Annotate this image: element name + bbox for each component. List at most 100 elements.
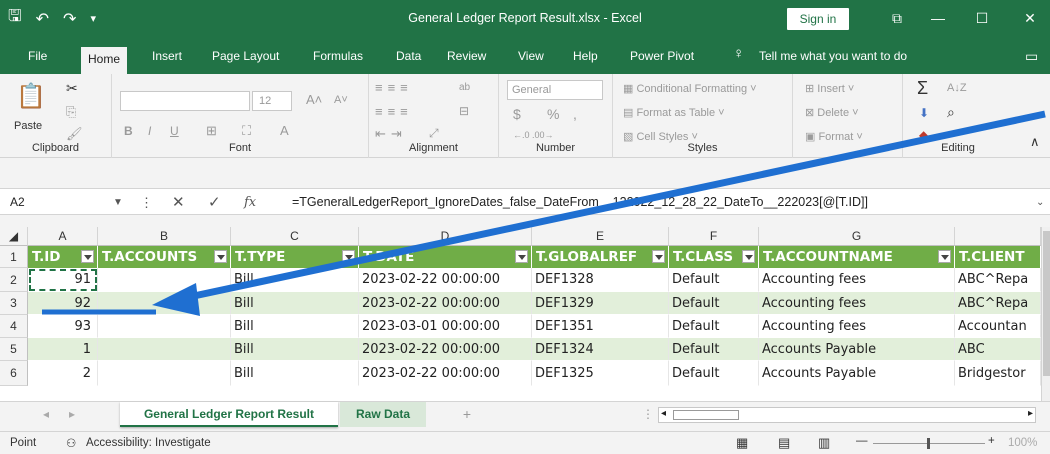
column-header-h[interactable]	[955, 227, 1041, 246]
align-left-icons[interactable]: ≡≡≡	[375, 104, 413, 119]
tab-insert[interactable]: Insert	[152, 45, 182, 67]
select-all-corner[interactable]: ◢	[0, 227, 28, 246]
tell-me-search[interactable]: Tell me what you want to do	[759, 45, 907, 67]
add-sheet-button[interactable]: +	[456, 402, 478, 427]
paste-button[interactable]: Paste	[14, 120, 42, 132]
cut-icon[interactable]: ✂	[66, 80, 78, 97]
horizontal-scroll-thumb[interactable]	[673, 410, 739, 420]
cancel-icon[interactable]: ✕	[172, 189, 185, 216]
page-break-view-icon[interactable]: ▥	[818, 435, 830, 451]
filter-dropdown-icon[interactable]	[938, 250, 951, 263]
table-cell[interactable]: Accountan	[955, 315, 1041, 338]
sheet-tab-raw-data[interactable]: Raw Data	[340, 402, 426, 427]
table-cell[interactable]: 2	[28, 361, 98, 386]
expand-formula-icon[interactable]: ⌄	[1036, 189, 1044, 216]
table-header-cell[interactable]: T.GLOBALREF	[532, 246, 669, 268]
customize-qat-icon[interactable]: ▾	[90, 12, 96, 25]
fill-icon[interactable]: ⬇	[919, 106, 929, 120]
table-cell[interactable]: Accounts Payable	[759, 338, 955, 361]
table-cell[interactable]: Bill	[231, 338, 359, 361]
currency-button[interactable]: $	[513, 106, 521, 122]
table-cell[interactable]: Accounts Payable	[759, 361, 955, 386]
font-name-select[interactable]	[120, 91, 250, 111]
table-cell[interactable]: DEF1328	[532, 268, 669, 292]
bold-button[interactable]: B	[124, 124, 133, 138]
tab-split-handle[interactable]: ⋮	[642, 402, 654, 427]
conditional-formatting-button[interactable]: ▦ Conditional Formatting ˅	[623, 82, 757, 95]
row-header-5[interactable]: 5	[0, 338, 28, 361]
table-cell[interactable]: Default	[669, 338, 759, 361]
table-cell[interactable]: DEF1329	[532, 292, 669, 315]
minimize-button[interactable]: —	[918, 0, 958, 37]
zoom-out-icon[interactable]: —	[856, 435, 868, 447]
tab-formulas[interactable]: Formulas	[313, 45, 363, 67]
table-cell[interactable]: Bridgestor	[955, 361, 1041, 386]
formula-input[interactable]: =TGeneralLedgerReport_IgnoreDates_false_…	[292, 189, 868, 216]
table-cell[interactable]: Default	[669, 292, 759, 315]
table-header-cell[interactable]: T.ACCOUNTS	[98, 246, 231, 268]
table-header-cell[interactable]: T.CLASS	[669, 246, 759, 268]
maximize-button[interactable]: ☐	[962, 0, 1002, 37]
table-cell[interactable]: 2023-02-22 00:00:00	[359, 292, 532, 315]
wrap-text-icon[interactable]: ab	[459, 82, 470, 93]
format-cells-button[interactable]: ▣ Format ˅	[805, 130, 863, 143]
accessibility-icon[interactable]: ⚇	[66, 436, 76, 450]
table-cell[interactable]: 2023-02-22 00:00:00	[359, 338, 532, 361]
table-cell[interactable]: Default	[669, 361, 759, 386]
sheet-tab-general-ledger[interactable]: General Ledger Report Result	[120, 402, 338, 427]
row-header-4[interactable]: 4	[0, 315, 28, 338]
comments-icon[interactable]: ▭	[1025, 45, 1038, 67]
fill-color-icon[interactable]: ⛶	[242, 123, 251, 139]
table-cell[interactable]	[98, 338, 231, 361]
tab-power-pivot[interactable]: Power Pivot	[630, 45, 694, 67]
clear-icon[interactable]: ◆	[919, 128, 928, 142]
row-header-3[interactable]: 3	[0, 292, 28, 315]
format-as-table-button[interactable]: ▤ Format as Table ˅	[623, 106, 725, 119]
filter-dropdown-icon[interactable]	[81, 250, 94, 263]
filter-dropdown-icon[interactable]	[214, 250, 227, 263]
spreadsheet-grid[interactable]: ◢ A B C D E F G 1 2 3 4 5 6 T.ID T.ACCOU…	[0, 227, 1050, 401]
font-size-select[interactable]: 12	[252, 91, 292, 111]
table-cell[interactable]: DEF1324	[532, 338, 669, 361]
filter-dropdown-icon[interactable]	[652, 250, 665, 263]
page-layout-view-icon[interactable]: ▤	[778, 435, 790, 451]
font-color-icon[interactable]: A	[280, 123, 289, 138]
zoom-slider[interactable]	[873, 438, 985, 449]
italic-button[interactable]: I	[148, 124, 151, 138]
format-painter-icon[interactable]: 🖌	[66, 126, 83, 142]
save-icon[interactable]: 🖫	[8, 5, 22, 32]
underline-button[interactable]: U	[170, 124, 179, 138]
column-header-g[interactable]: G	[759, 227, 955, 246]
table-cell[interactable]: 93	[28, 315, 98, 338]
delete-cells-button[interactable]: ⊠ Delete ˅	[805, 106, 859, 119]
scroll-left-icon[interactable]: ◂	[661, 408, 666, 419]
table-cell[interactable]: 1	[28, 338, 98, 361]
table-header-cell[interactable]: T.CLIENT	[955, 246, 1041, 268]
autosum-icon[interactable]: Σ	[917, 78, 928, 99]
merge-center-icon[interactable]: ⊟	[459, 104, 469, 118]
column-header-d[interactable]: D	[359, 227, 532, 246]
table-cell[interactable]	[98, 268, 231, 292]
ribbon-display-icon[interactable]: ⧉	[877, 0, 917, 37]
orientation-icon[interactable]: ⤢	[429, 126, 439, 141]
table-cell[interactable]: ABC	[955, 338, 1041, 361]
filter-dropdown-icon[interactable]	[742, 250, 755, 263]
increase-font-icon[interactable]: A˄	[306, 92, 322, 107]
row-header-1[interactable]: 1	[0, 246, 28, 268]
comma-button[interactable]: ,	[573, 106, 577, 122]
filter-dropdown-icon[interactable]	[342, 250, 355, 263]
copy-icon[interactable]: ⎘	[66, 104, 76, 120]
table-header-cell[interactable]: T.TYPE	[231, 246, 359, 268]
zoom-slider-thumb[interactable]	[927, 438, 930, 449]
name-box-dropdown-icon[interactable]: ▼	[113, 189, 123, 216]
normal-view-icon[interactable]: ▦	[736, 435, 748, 451]
vertical-scrollbar[interactable]	[1041, 227, 1050, 401]
number-format-select[interactable]: General	[507, 80, 603, 100]
redo-icon[interactable]: ↷	[63, 9, 76, 29]
tab-view[interactable]: View	[518, 45, 544, 67]
table-cell[interactable]: Default	[669, 268, 759, 292]
scroll-tabs-left-icon[interactable]: ◂	[36, 402, 56, 427]
row-header-6[interactable]: 6	[0, 361, 28, 386]
table-cell[interactable]: 2023-02-22 00:00:00	[359, 361, 532, 386]
column-header-e[interactable]: E	[532, 227, 669, 246]
